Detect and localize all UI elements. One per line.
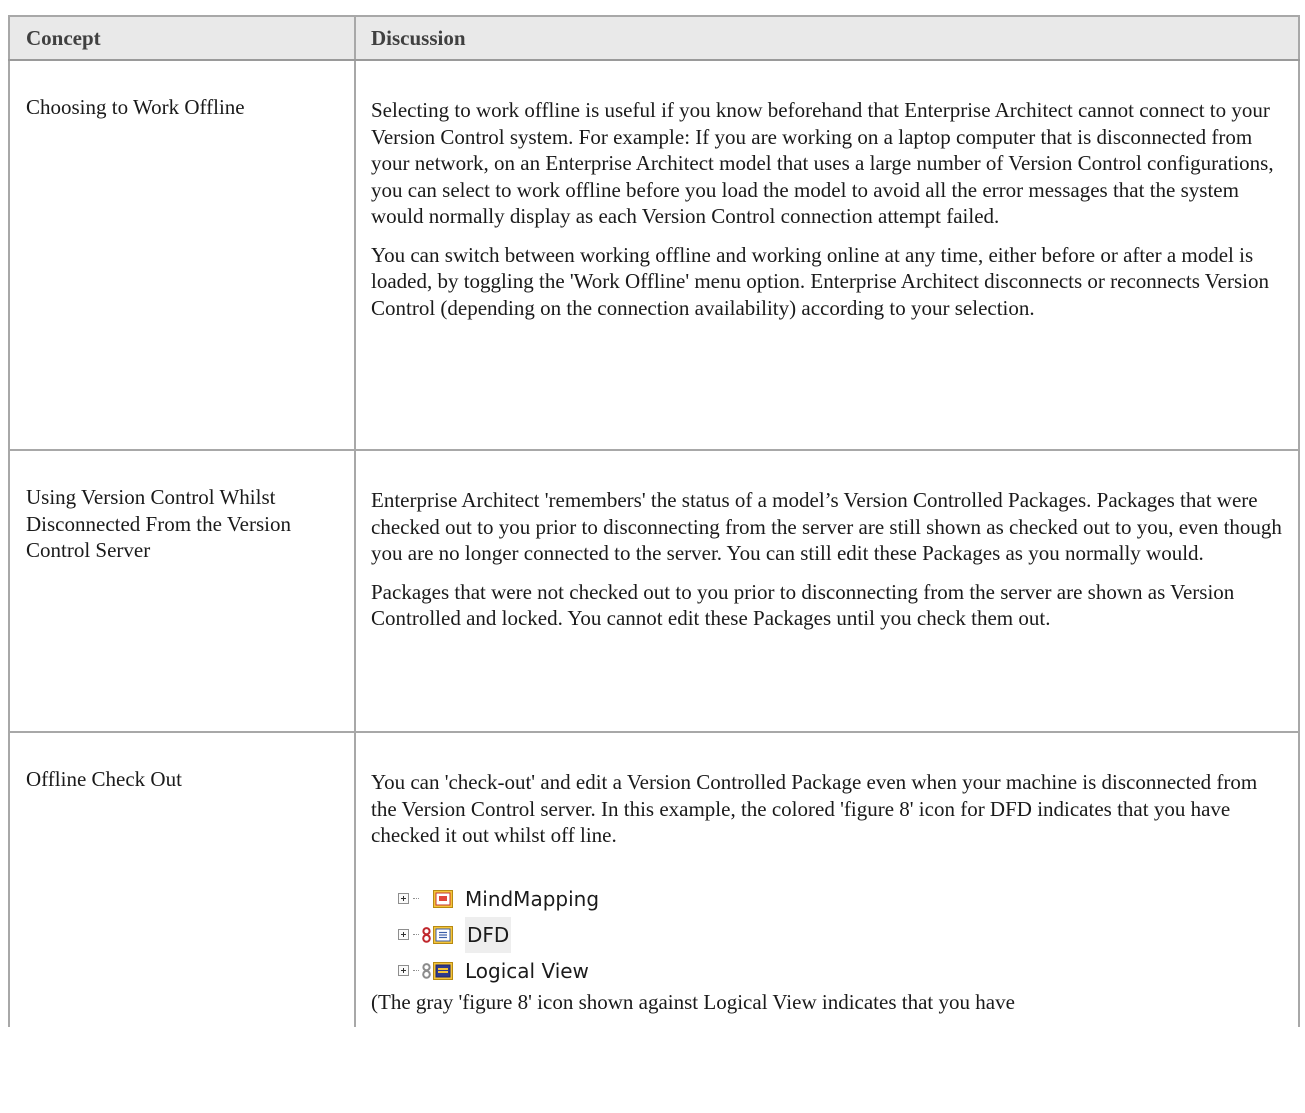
table-row: Using Version Control Whilst Disconnecte… xyxy=(8,450,1300,733)
figure-8-colored-icon xyxy=(421,926,431,944)
document-page: Concept Discussion Choosing to Work Offl… xyxy=(0,0,1305,1113)
table-row: Choosing to Work Offline Selecting to wo… xyxy=(8,60,1300,451)
discussion-paragraph: You can 'check-out' and edit a Version C… xyxy=(371,770,1258,847)
expand-plus-icon[interactable] xyxy=(398,929,409,940)
dfd-package-icon xyxy=(433,925,453,944)
discussion-column-header: Discussion xyxy=(354,15,1300,61)
tree-item-mindmapping[interactable]: MindMapping xyxy=(398,881,1282,917)
figure-8-gray-icon xyxy=(421,962,431,980)
tree-connector xyxy=(413,897,419,900)
discussion-cell: You can 'check-out' and edit a Version C… xyxy=(354,732,1300,1027)
concept-cell: Choosing to Work Offline xyxy=(8,60,356,451)
tree-item-label: MindMapping xyxy=(465,886,600,911)
discussion-paragraph: You can switch between working offline a… xyxy=(371,242,1269,320)
package-tree-example: MindMapping DFD Logical View xyxy=(398,881,1282,989)
expand-plus-icon[interactable] xyxy=(398,965,409,976)
tree-connector xyxy=(413,969,419,972)
discussion-paragraph: (The gray 'figure 8' icon shown against … xyxy=(371,989,1015,1014)
mindmap-package-icon xyxy=(433,889,453,908)
logical-view-package-icon xyxy=(433,961,453,980)
concept-cell: Using Version Control Whilst Disconnecte… xyxy=(8,450,356,733)
table-header-row: Concept Discussion xyxy=(8,15,1300,61)
tree-connector xyxy=(413,933,419,936)
tree-item-label: Logical View xyxy=(465,958,589,983)
discussion-paragraph: Selecting to work offline is useful if y… xyxy=(371,98,1274,228)
discussion-paragraph: Enterprise Architect 'remembers' the sta… xyxy=(371,488,1282,565)
tree-item-dfd[interactable]: DFD xyxy=(398,916,1282,953)
concept-column-header: Concept xyxy=(8,15,356,61)
expand-plus-icon[interactable] xyxy=(398,893,409,904)
discussion-cell: Enterprise Architect 'remembers' the sta… xyxy=(354,450,1300,733)
concept-discussion-table: Concept Discussion Choosing to Work Offl… xyxy=(8,15,1300,1027)
vc-status-empty xyxy=(421,890,431,908)
tree-item-label: DFD xyxy=(465,916,512,953)
table-row: Offline Check Out You can 'check-out' an… xyxy=(8,732,1300,1027)
discussion-paragraph: Packages that were not checked out to yo… xyxy=(371,579,1235,631)
tree-item-logical-view[interactable]: Logical View xyxy=(398,953,1282,989)
concept-cell: Offline Check Out xyxy=(8,732,356,1027)
discussion-cell: Selecting to work offline is useful if y… xyxy=(354,60,1300,451)
